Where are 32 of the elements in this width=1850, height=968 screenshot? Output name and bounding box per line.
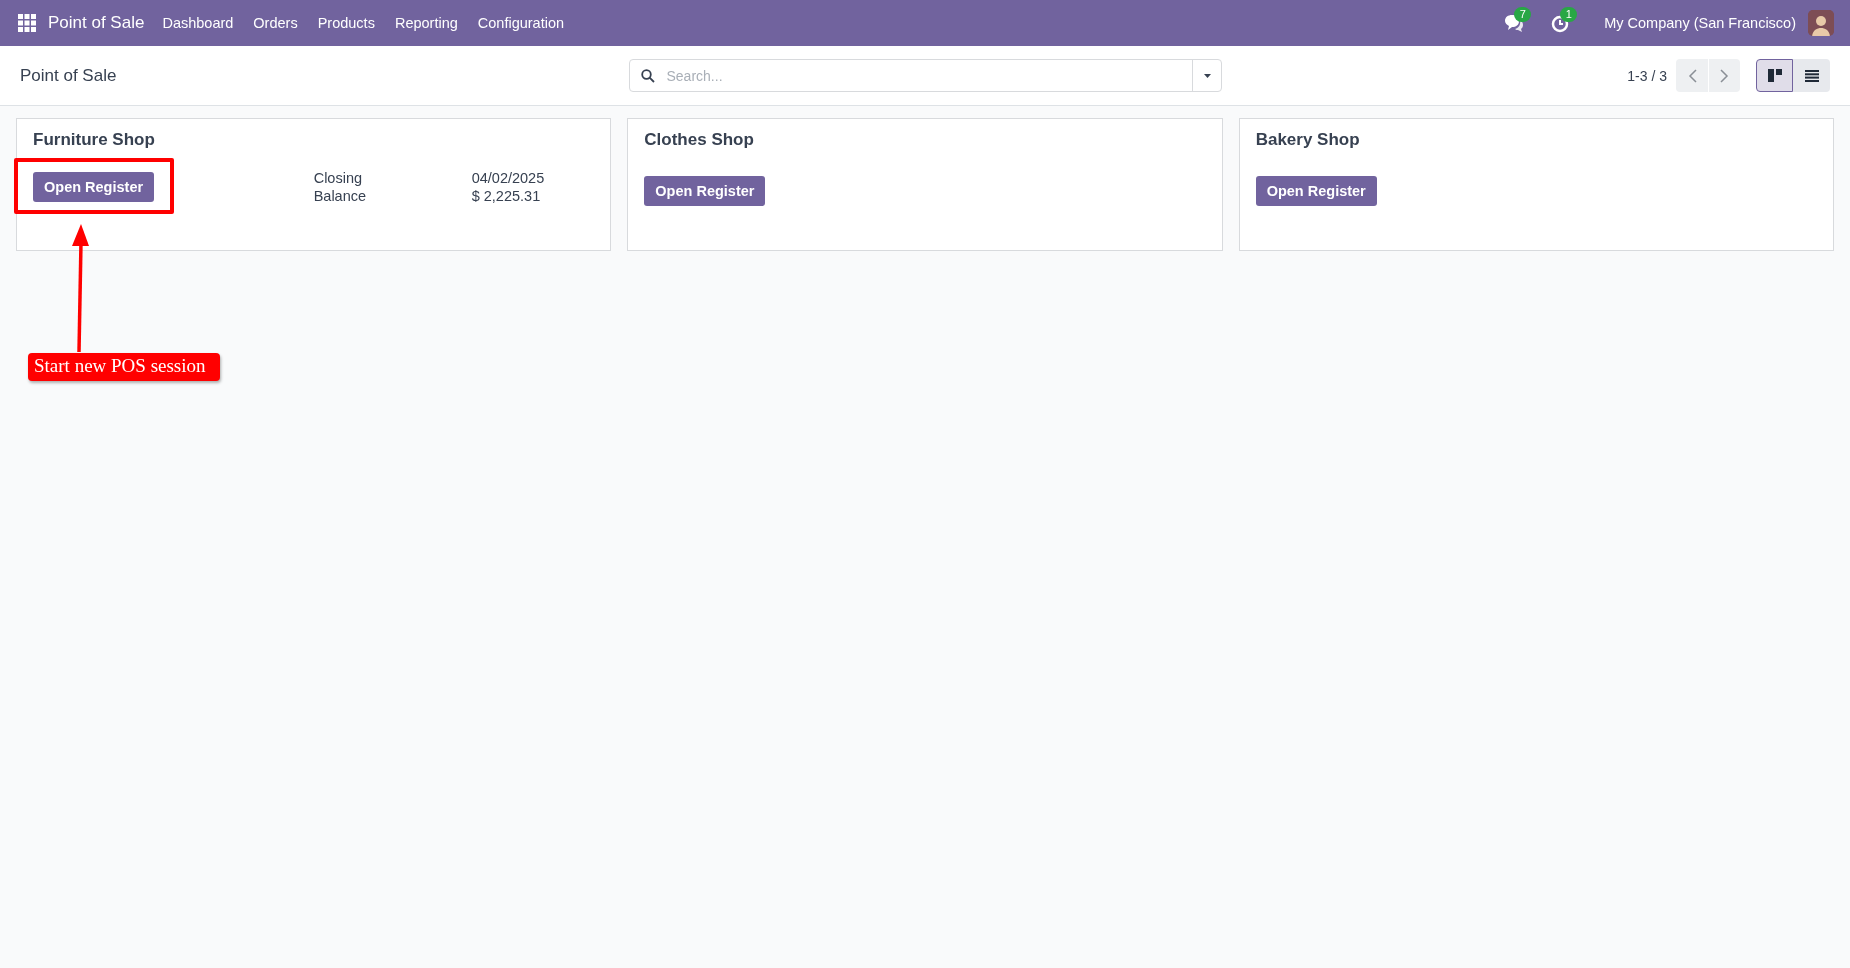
open-register-button[interactable]: Open Register <box>33 172 155 202</box>
detail-label: Closing <box>313 170 363 186</box>
chevron-left-icon <box>1687 68 1697 83</box>
search-icon <box>640 68 655 83</box>
pager-value: 1-3 / 3 <box>1627 67 1667 84</box>
shop-name[interactable]: Bakery Shop <box>1255 130 1360 150</box>
chevron-right-icon <box>1720 68 1729 83</box>
search-bar[interactable]: Search... <box>628 59 1222 92</box>
kanban-icon <box>1767 69 1782 82</box>
menu-item[interactable]: Configuration <box>467 15 575 31</box>
menu-item[interactable]: Dashboard <box>152 15 244 31</box>
kanban-view-button[interactable] <box>1756 59 1793 92</box>
menu-item[interactable]: Orders <box>243 15 308 31</box>
menu-item[interactable]: Products <box>307 15 385 31</box>
detail-label: Balance <box>313 188 368 204</box>
app-name[interactable]: Point of Sale <box>48 13 145 33</box>
menu-item[interactable]: Reporting <box>384 15 468 31</box>
message-count-badge: 7 <box>1514 6 1532 22</box>
company-name[interactable]: My Company (San Francisco) <box>1604 15 1796 31</box>
open-register-button[interactable]: Open Register <box>644 176 766 206</box>
shop-name[interactable]: Clothes Shop <box>644 130 754 150</box>
detail-value: 04/02/2025 <box>471 170 545 186</box>
shop-name[interactable]: Furniture Shop <box>33 130 155 150</box>
app-grid-icon[interactable] <box>18 14 36 32</box>
list-view-button[interactable] <box>1793 59 1830 92</box>
annotation-label: Start new POS session <box>28 353 220 381</box>
breadcrumb-title: Point of Sale <box>20 65 118 86</box>
detail-value: $ 2,225.31 <box>471 188 542 204</box>
activity-count-badge: 1 <box>1560 6 1578 22</box>
user-avatar[interactable] <box>1808 10 1834 36</box>
open-register-button[interactable]: Open Register <box>1255 176 1377 206</box>
list-icon <box>1804 69 1819 82</box>
